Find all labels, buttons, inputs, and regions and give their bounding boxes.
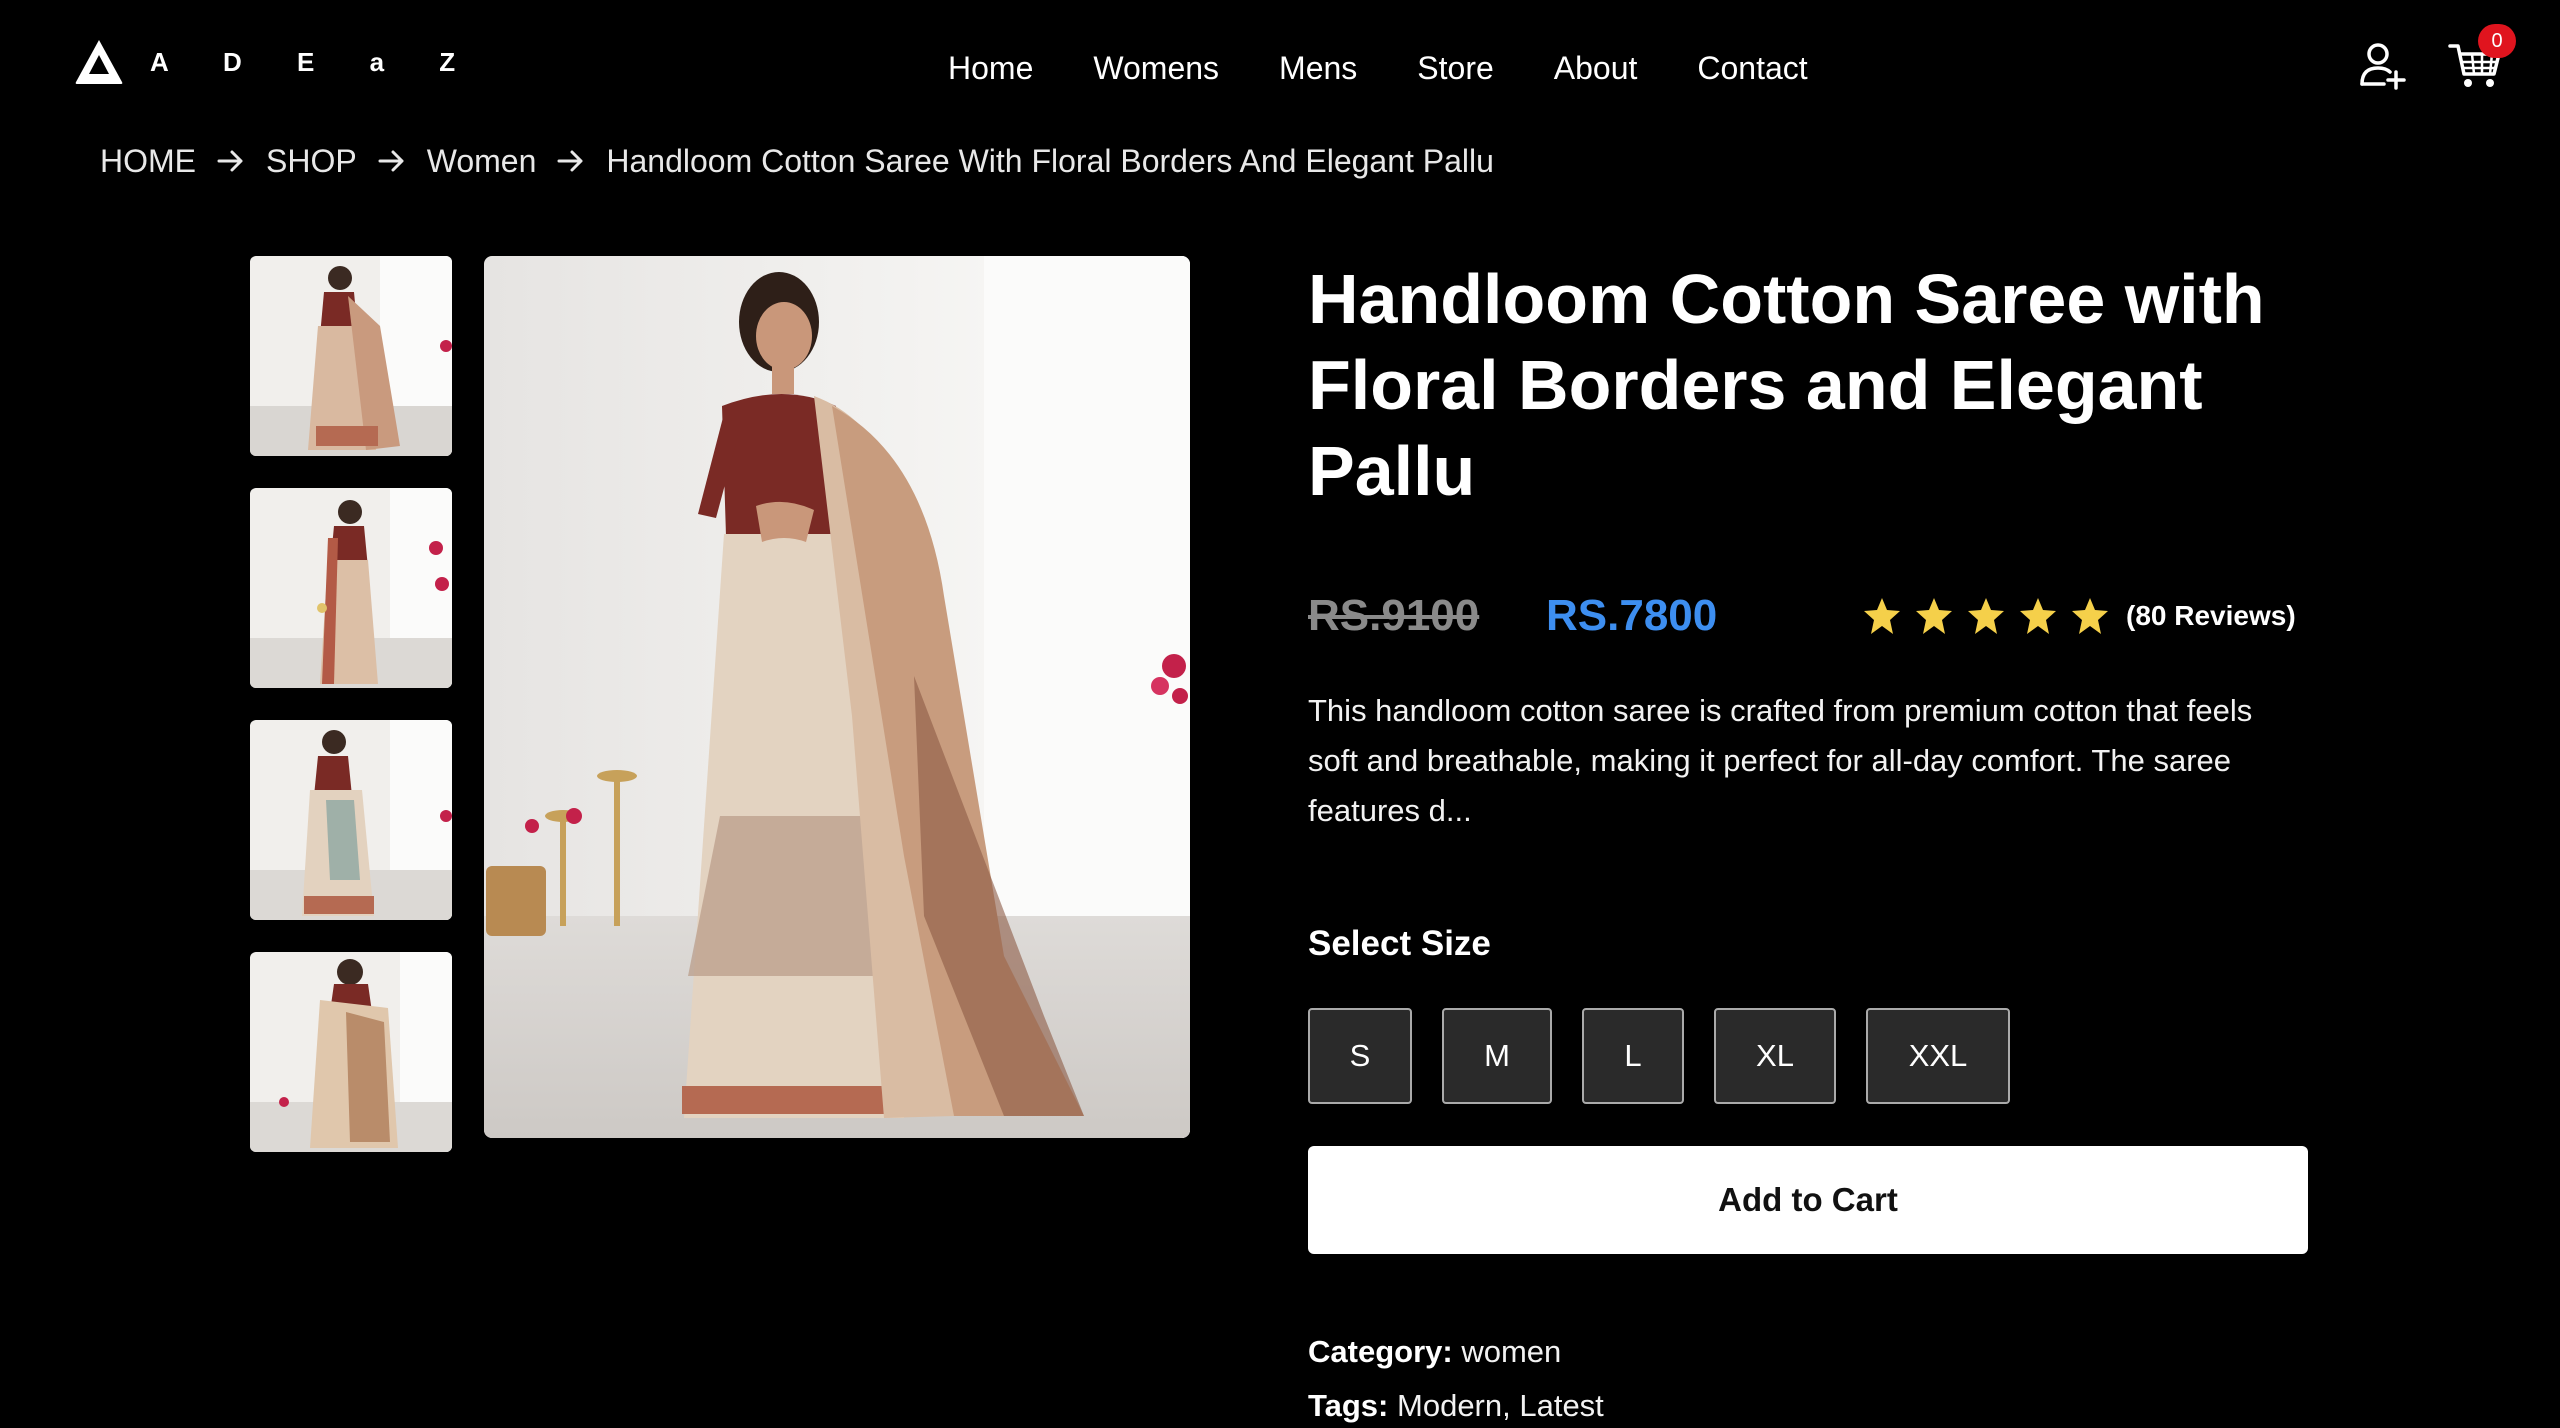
saree-photo-thumbnail — [250, 720, 452, 920]
size-option-s[interactable]: S — [1308, 1008, 1412, 1104]
star-icon — [2020, 598, 2056, 634]
saree-photo-thumbnail — [250, 256, 452, 456]
saree-photo-thumbnail — [250, 952, 452, 1152]
rating-stars — [1862, 596, 2110, 636]
size-selector: S M L XL XXL — [1308, 1008, 2010, 1104]
arrow-right-icon — [378, 150, 404, 172]
thumbnail-list — [250, 256, 452, 1152]
size-option-l[interactable]: L — [1582, 1008, 1684, 1104]
nav-womens[interactable]: Womens — [1093, 44, 1219, 92]
product-category: Category: women — [1308, 1330, 1561, 1374]
product-description: This handloom cotton saree is crafted fr… — [1308, 693, 2253, 828]
product-title: Handloom Cotton Saree with Floral Border… — [1308, 260, 2265, 510]
star-icon — [1916, 598, 1952, 634]
star-icon — [1968, 598, 2004, 634]
nav-about[interactable]: About — [1554, 44, 1638, 92]
breadcrumb-women[interactable]: Women — [427, 138, 537, 184]
brand-logo[interactable]: A D E a Z — [74, 38, 479, 86]
size-option-xl[interactable]: XL — [1714, 1008, 1836, 1104]
product-main-image[interactable] — [484, 256, 1190, 1138]
main-nav: Home Womens Mens Store About Contact — [948, 44, 1808, 92]
nav-mens[interactable]: Mens — [1279, 44, 1357, 92]
product-thumbnail[interactable] — [250, 488, 452, 688]
tags-label: Tags: — [1308, 1388, 1389, 1423]
review-count[interactable]: (80 Reviews) — [2126, 596, 2296, 636]
product-tags: Tags: Modern, Latest — [1308, 1384, 1604, 1428]
star-icon — [2072, 598, 2108, 634]
add-to-cart-button[interactable]: Add to Cart — [1308, 1146, 2308, 1254]
size-option-m[interactable]: M — [1442, 1008, 1552, 1104]
nav-store[interactable]: Store — [1417, 44, 1493, 92]
breadcrumb-home[interactable]: HOME — [100, 138, 196, 184]
nav-home[interactable]: Home — [948, 44, 1033, 92]
saree-photo-thumbnail — [250, 488, 452, 688]
price-rating-row: RS.9100 RS.7800 (80 Reviews) — [1308, 586, 2308, 646]
tags-value[interactable]: Modern, Latest — [1397, 1388, 1604, 1423]
category-label: Category: — [1308, 1334, 1453, 1369]
brand-name: A D E a Z — [150, 46, 480, 77]
breadcrumb-current: Handloom Cotton Saree With Floral Border… — [606, 143, 1494, 179]
product-thumbnail[interactable] — [250, 952, 452, 1152]
product-thumbnail[interactable] — [250, 720, 452, 920]
size-option-xxl[interactable]: XXL — [1866, 1008, 2010, 1104]
product-info: Handloom Cotton Saree with Floral Border… — [1308, 256, 2308, 1423]
site-header: A D E a Z Home Womens Mens Store About C… — [0, 0, 2560, 130]
breadcrumb: HOME SHOP Women Handloom Cotton Saree Wi… — [100, 138, 1494, 184]
product-thumbnail[interactable] — [250, 256, 452, 456]
original-price: RS.9100 — [1308, 591, 1480, 640]
size-selector-label: Select Size — [1308, 924, 1491, 963]
nav-contact[interactable]: Contact — [1697, 44, 1807, 92]
category-value[interactable]: women — [1461, 1334, 1561, 1369]
arrow-right-icon — [217, 150, 243, 172]
cart-count-badge: 0 — [2478, 24, 2516, 58]
arrow-right-icon — [557, 150, 583, 172]
triangle-logo-icon — [75, 40, 123, 84]
star-icon — [1864, 598, 1900, 634]
sale-price: RS.7800 — [1546, 591, 1718, 640]
saree-photo — [484, 256, 1190, 1138]
user-plus-icon[interactable] — [2358, 40, 2406, 90]
breadcrumb-shop[interactable]: SHOP — [266, 138, 357, 184]
